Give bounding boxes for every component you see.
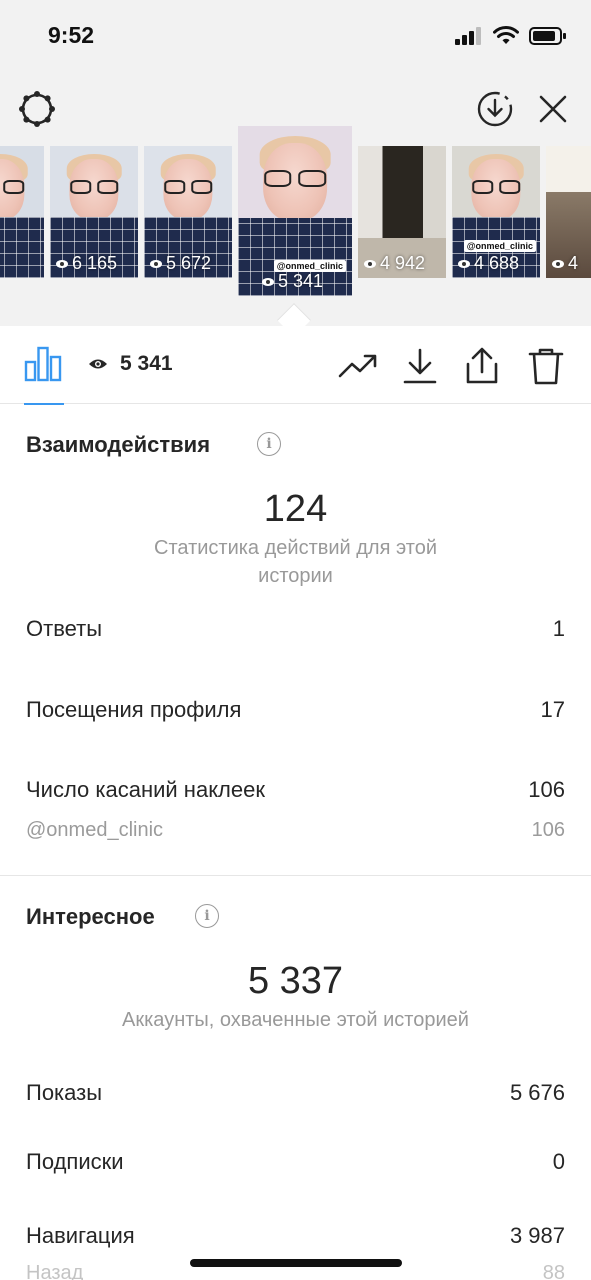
views-count: 5 341 <box>120 352 173 375</box>
eye-icon <box>458 259 470 268</box>
section-title: Взаимодействия <box>26 432 211 457</box>
delete-button[interactable] <box>524 344 568 388</box>
wifi-icon <box>493 26 519 44</box>
insights-sheet: 5 341 Взаимодействия i 124 Статистика де <box>0 326 591 1280</box>
thumbnail-view-count: 5 672 <box>150 253 211 274</box>
story-thumbnail[interactable]: 342 <box>0 146 44 278</box>
metric-value: 3 987 <box>509 1223 565 1248</box>
eye-icon <box>150 259 162 268</box>
story-thumbnail[interactable]: 4 <box>546 146 591 278</box>
story-thumbnail[interactable]: 6 165 <box>50 146 138 278</box>
discovery-caption: Аккаунты, охваченные этой историей <box>122 1009 469 1031</box>
save-button[interactable] <box>398 344 442 388</box>
eye-icon <box>56 259 68 268</box>
info-icon[interactable]: i <box>195 904 219 928</box>
metric-sub-label: Назад <box>26 1262 84 1280</box>
story-thumbnail-strip[interactable]: 342 6 165 5 672 @onmed_clinic 5 341 4 94… <box>0 126 591 306</box>
interactions-caption: Статистика действий для этой истории <box>154 537 437 587</box>
metric-row: Навигация 3 987 <box>26 1223 565 1249</box>
thumbnail-view-count: 4 <box>552 253 578 274</box>
story-thumbnail[interactable]: 4 942 <box>358 146 446 278</box>
metric-row: Ответы 1 <box>26 616 565 642</box>
metric-value: 106 <box>528 777 565 802</box>
metric-value: 0 <box>552 1149 565 1174</box>
close-icon <box>539 95 567 123</box>
metric-label: Число касаний наклеек <box>26 777 265 802</box>
signal-icon <box>455 27 481 45</box>
eye-icon <box>262 277 274 286</box>
story-thumbnail-selected[interactable]: @onmed_clinic 5 341 <box>238 126 352 296</box>
metric-sub-value: 106 <box>531 819 565 841</box>
story-viewer-header: 9:52 6 165 5 672 @onmed_clinic 5 341 4 9… <box>0 0 591 326</box>
share-button[interactable] <box>460 344 504 388</box>
trash-icon <box>528 348 564 385</box>
story-views: 5 341 <box>88 352 173 376</box>
settings-button[interactable] <box>16 88 58 130</box>
metric-label: Показы <box>26 1080 103 1105</box>
section-title: Интересное <box>26 904 155 929</box>
metric-row: Число касаний наклеек 106 <box>26 777 565 803</box>
insights-toolbar: 5 341 <box>0 326 591 405</box>
metric-label: Посещения профиля <box>26 697 242 722</box>
metric-row: Подписки 0 <box>26 1149 565 1175</box>
story-thumbnail[interactable]: 5 672 <box>144 146 232 278</box>
interactions-total: 124 <box>263 488 328 530</box>
home-indicator[interactable] <box>190 1259 402 1267</box>
tab-statistics[interactable] <box>24 346 64 405</box>
metric-value: 1 <box>552 616 565 641</box>
metric-label: Навигация <box>26 1223 135 1248</box>
eye-icon <box>552 259 564 268</box>
metric-row: Посещения профиля 17 <box>26 697 565 723</box>
info-icon[interactable]: i <box>257 432 281 456</box>
metric-label: Ответы <box>26 616 103 641</box>
discovery-total: 5 337 <box>247 960 344 1002</box>
discovery-section: Интересное i 5 337 Аккаунты, охваченные … <box>0 876 591 1280</box>
story-thumbnail[interactable]: @onmed_clinic 4 688 <box>452 146 540 278</box>
thumbnail-view-count: 6 165 <box>56 253 117 274</box>
eye-icon <box>364 259 376 268</box>
promote-button[interactable] <box>336 344 380 388</box>
share-icon <box>466 347 498 384</box>
gear-icon <box>19 91 55 127</box>
thumbnail-view-count: 5 341 <box>262 271 323 292</box>
thumbnail-view-count: 4 942 <box>364 253 425 274</box>
metric-sub-value: 88 <box>542 1262 565 1280</box>
mention-sticker: @onmed_clinic <box>463 240 536 252</box>
metric-label: Подписки <box>26 1149 124 1174</box>
bar-chart-icon <box>24 346 62 382</box>
eye-icon <box>89 359 107 369</box>
status-icons <box>455 24 567 48</box>
metric-sub-row: @onmed_clinic 106 <box>26 819 565 842</box>
metric-value: 5 676 <box>509 1080 565 1105</box>
download-story-button[interactable] <box>474 88 516 130</box>
download-circle-icon <box>477 91 513 127</box>
close-button[interactable] <box>532 88 574 130</box>
battery-icon <box>529 27 566 45</box>
metric-row: Показы 5 676 <box>26 1080 565 1106</box>
metric-value: 17 <box>540 697 565 722</box>
status-time: 9:52 <box>48 22 95 48</box>
trending-up-icon <box>338 354 377 378</box>
thumbnail-view-count: 4 688 <box>458 253 519 274</box>
interactions-section: Взаимодействия i 124 Статистика действий… <box>0 404 591 874</box>
download-icon <box>403 348 437 384</box>
metric-sub-label: @onmed_clinic <box>26 819 164 841</box>
status-bar: 9:52 <box>0 0 591 70</box>
